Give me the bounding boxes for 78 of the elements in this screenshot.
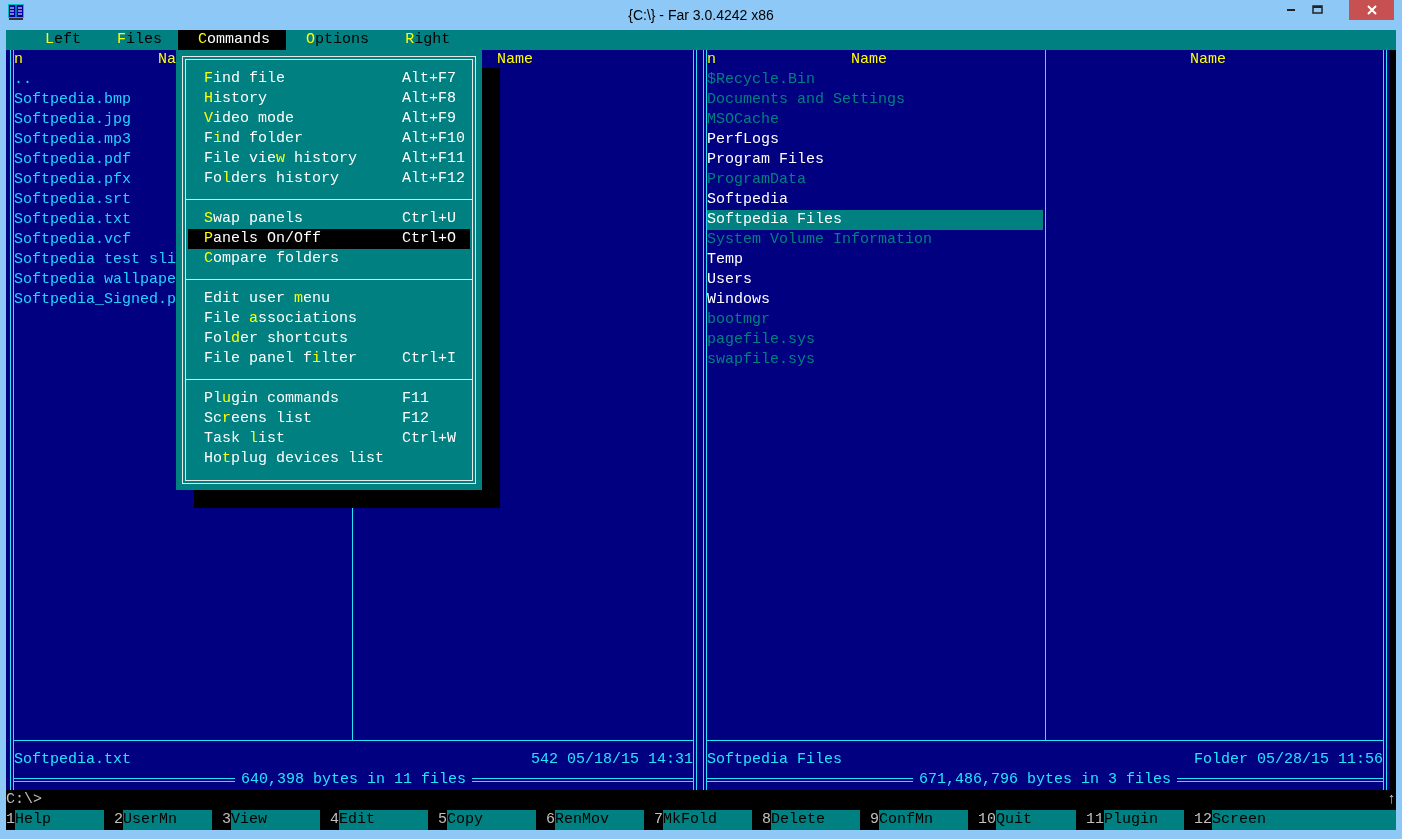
function-key[interactable]: ConfMn	[879, 810, 968, 830]
window-title: {C:\} - Far 3.0.4242 x86	[628, 7, 774, 23]
function-key[interactable]: Copy	[447, 810, 536, 830]
file-name: Softpedia Files	[707, 750, 843, 770]
menu-item[interactable]: Commands	[178, 30, 287, 50]
totals-text: 671,486,796 bytes in 3 files	[918, 770, 1173, 790]
function-key[interactable]: Quit	[996, 810, 1076, 830]
menu-entry[interactable]: Find file Alt+F7	[188, 69, 470, 89]
menu-entry[interactable]: Plugin commands F11	[188, 389, 470, 409]
key-number: 2	[114, 810, 123, 830]
column-header: Na	[158, 50, 177, 70]
menu-entry[interactable]: Edit user menu	[188, 289, 470, 309]
menu-entry[interactable]: Panels On/Off Ctrl+O	[188, 229, 470, 249]
key-number: 8	[762, 810, 771, 830]
column-header: Name	[1190, 50, 1227, 70]
menu-entry[interactable]: Folders history Alt+F12	[188, 169, 470, 189]
file-name[interactable]: Users	[707, 270, 1043, 290]
key-number: 1	[6, 810, 15, 830]
function-key[interactable]: Edit	[339, 810, 428, 830]
file-name[interactable]: Temp	[707, 250, 1043, 270]
file-name[interactable]: ProgramData	[707, 170, 1043, 190]
menu-item[interactable]: Options	[286, 30, 386, 50]
menu-entry[interactable]: Swap panels Ctrl+U	[188, 209, 470, 229]
file-name[interactable]: bootmgr	[707, 310, 1043, 330]
minimize-icon	[1285, 8, 1296, 12]
menu-entry[interactable]: Screens list F12	[188, 409, 470, 429]
key-number: 4	[330, 810, 339, 830]
scroll-marker: ↑	[1387, 790, 1396, 810]
file-name[interactable]: swapfile.sys	[707, 350, 1043, 370]
menu-entry[interactable]: Hotplug devices list	[188, 449, 470, 469]
key-number: 5	[438, 810, 447, 830]
function-key[interactable]: Screen	[1212, 810, 1396, 830]
file-name[interactable]: Softpedia Files	[707, 210, 1043, 230]
app-icon	[8, 4, 24, 20]
column-header: Name	[497, 50, 534, 70]
file-name[interactable]: pagefile.sys	[707, 330, 1043, 350]
file-name[interactable]: MSOCache	[707, 110, 1043, 130]
file-details: 542 05/18/15 14:31	[530, 750, 693, 770]
sort-indicator: n	[14, 50, 23, 70]
file-name[interactable]: Windows	[707, 290, 1043, 310]
sort-indicator: n	[707, 50, 716, 70]
function-key[interactable]: MkFold	[663, 810, 752, 830]
command-prompt[interactable]: C:\>	[6, 790, 42, 810]
file-name: Softpedia.txt	[14, 750, 132, 770]
menu-entry[interactable]: Folder shortcuts	[188, 329, 470, 349]
close-icon	[1366, 5, 1377, 15]
totals-text: 640,398 bytes in 11 files	[240, 770, 468, 790]
menu-entry[interactable]: Task list Ctrl+W	[188, 429, 470, 449]
close-button[interactable]	[1349, 0, 1394, 20]
key-number: 11	[1086, 810, 1104, 830]
function-key[interactable]: RenMov	[555, 810, 644, 830]
menu-item[interactable]: Left	[25, 30, 98, 50]
function-key[interactable]: Plugin	[1104, 810, 1184, 830]
menu-item[interactable]: Files	[97, 30, 179, 50]
column-header: Name	[851, 50, 888, 70]
menu-entry[interactable]: File associations	[188, 309, 470, 329]
file-name[interactable]: $Recycle.Bin	[707, 70, 1043, 90]
file-name[interactable]: PerfLogs	[707, 130, 1043, 150]
key-number: 9	[870, 810, 879, 830]
file-name[interactable]: System Volume Information	[707, 230, 1043, 250]
menu-entry[interactable]: Video mode Alt+F9	[188, 109, 470, 129]
menu-entry[interactable]: Find folder Alt+F10	[188, 129, 470, 149]
key-number: 7	[654, 810, 663, 830]
file-name[interactable]: Softpedia	[707, 190, 1043, 210]
function-key[interactable]: Help	[15, 810, 104, 830]
function-key[interactable]: UserMn	[123, 810, 212, 830]
maximize-icon	[1311, 5, 1324, 15]
menu-entry[interactable]: File view history Alt+F11	[188, 149, 470, 169]
file-name[interactable]: Program Files	[707, 150, 1043, 170]
function-key[interactable]: Delete	[771, 810, 860, 830]
menu-entry[interactable]: Compare folders	[188, 249, 470, 269]
menu-item[interactable]: Right	[385, 30, 467, 50]
file-name[interactable]: Documents and Settings	[707, 90, 1043, 110]
menu-entry[interactable]: File panel filter Ctrl+I	[188, 349, 470, 369]
key-number: 6	[546, 810, 555, 830]
function-key[interactable]: View	[231, 810, 320, 830]
menu-entry[interactable]: History Alt+F8	[188, 89, 470, 109]
file-details: Folder 05/28/15 11:56	[1193, 750, 1383, 770]
